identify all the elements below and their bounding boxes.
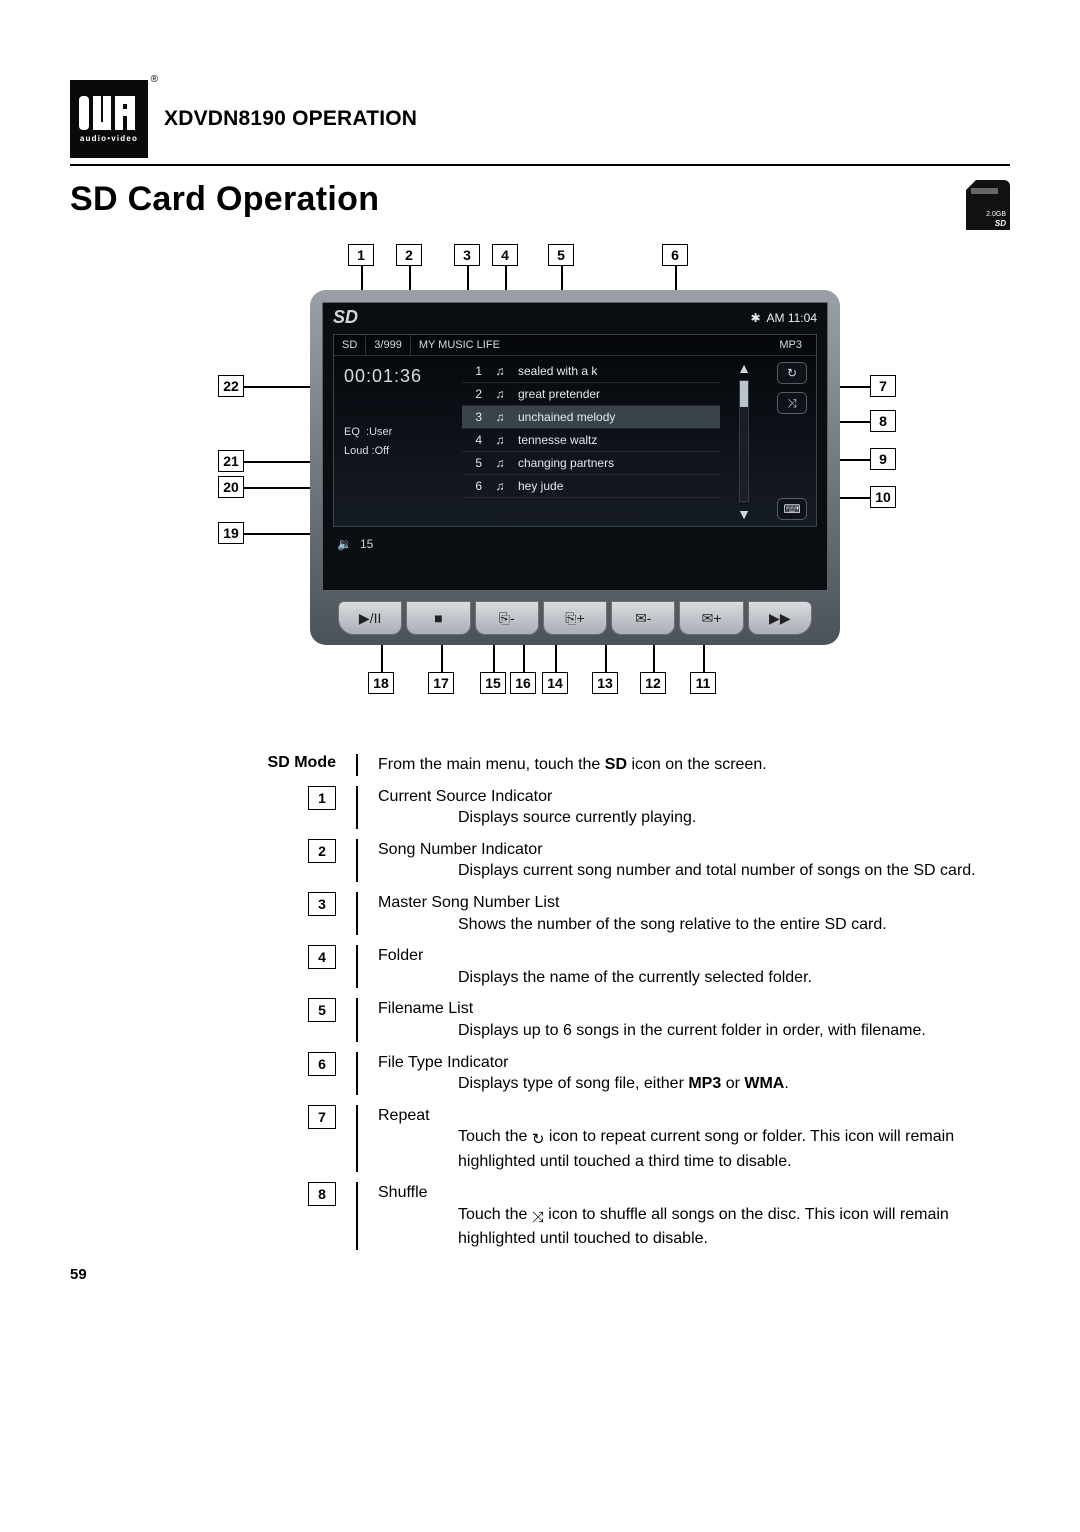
keyboard-button[interactable]: ⌨ <box>777 498 807 520</box>
brand-subtitle: audio•video <box>80 134 138 143</box>
section-title: SD Card Operation <box>70 180 379 219</box>
def-text: Folder Displays the name of the currentl… <box>378 945 1010 988</box>
callout-3: 3 <box>454 244 480 266</box>
def-callout: 7 <box>308 1105 336 1129</box>
page-plus-button[interactable]: ⎘+ <box>543 601 607 635</box>
song-counter: 3/999 <box>366 335 411 355</box>
device-frame: SD ✱ AM 11:04 SD 3/999 MY MUSIC LIFE MP3… <box>310 290 840 645</box>
music-note-icon: ♫ <box>492 387 508 401</box>
music-note-icon: ♫ <box>492 433 508 447</box>
scroll-down-icon[interactable]: ▼ <box>737 506 751 522</box>
def-callout: 8 <box>308 1182 336 1206</box>
def-callout: 4 <box>308 945 336 969</box>
filetype-indicator: MP3 <box>771 335 816 355</box>
shuffle-icon: ⤨ <box>532 1208 544 1228</box>
sd-mode-label: SD Mode <box>248 754 356 772</box>
callout-19: 19 <box>218 522 244 544</box>
callout-13: 13 <box>592 672 618 694</box>
callout-8: 8 <box>870 410 896 432</box>
volume-value: 15 <box>360 537 373 551</box>
callout-6: 6 <box>662 244 688 266</box>
speaker-icon: 🔉 <box>337 537 352 551</box>
music-note-icon: ♫ <box>492 364 508 378</box>
callout-21: 21 <box>218 450 244 472</box>
folder-plus-button[interactable]: ✉+ <box>679 601 743 635</box>
loud-label: Loud <box>344 445 368 457</box>
def-callout: 3 <box>308 892 336 916</box>
callout-5: 5 <box>548 244 574 266</box>
page-number: 59 <box>70 1266 1010 1283</box>
callout-22: 22 <box>218 375 244 397</box>
scroll-up-icon[interactable]: ▲ <box>737 360 751 376</box>
folder-minus-button[interactable]: ✉- <box>611 601 675 635</box>
sd-mode-text: From the main menu, touch the SD icon on… <box>378 754 1010 776</box>
callout-10: 10 <box>870 486 896 508</box>
callout-4: 4 <box>492 244 518 266</box>
callout-14: 14 <box>542 672 568 694</box>
list-item[interactable]: 1♫sealed with a k <box>462 360 720 383</box>
music-note-icon: ♫ <box>492 410 508 424</box>
stop-button[interactable]: ■ <box>406 601 470 635</box>
folder-name: MY MUSIC LIFE <box>411 335 772 355</box>
sd-logo-icon: SD <box>333 307 358 328</box>
repeat-icon: ↻ <box>532 1130 545 1150</box>
callout-11: 11 <box>690 672 716 694</box>
callout-1: 1 <box>348 244 374 266</box>
eq-value: :User <box>366 426 392 438</box>
callout-15: 15 <box>480 672 506 694</box>
loud-value: :Off <box>372 445 390 457</box>
track-list: 1♫sealed with a k 2♫great pretender 3♫un… <box>462 356 720 526</box>
callout-17: 17 <box>428 672 454 694</box>
brand-logo: ® audio•video <box>70 80 148 158</box>
callout-20: 20 <box>218 476 244 498</box>
music-note-icon: ♫ <box>492 479 508 493</box>
elapsed-time: 00:01:36 <box>344 366 452 387</box>
scrollbar[interactable] <box>739 380 749 502</box>
eq-label: EQ <box>344 426 360 438</box>
list-item[interactable]: 6♫hey jude <box>462 475 720 498</box>
callout-9: 9 <box>870 448 896 470</box>
def-text: Song Number Indicator Displays current s… <box>378 839 1010 882</box>
repeat-button[interactable]: ↻ <box>777 362 807 384</box>
def-text: Master Song Number List Shows the number… <box>378 892 1010 935</box>
def-callout: 1 <box>308 786 336 810</box>
def-callout: 2 <box>308 839 336 863</box>
callout-12: 12 <box>640 672 666 694</box>
bluetooth-icon: ✱ <box>750 311 760 325</box>
callout-16: 16 <box>510 672 536 694</box>
def-text: File Type Indicator Displays type of son… <box>378 1052 1010 1095</box>
callout-2: 2 <box>396 244 422 266</box>
sd-card-icon: 2.0GB SD <box>966 180 1010 230</box>
def-text: Current Source Indicator Displays source… <box>378 786 1010 829</box>
callout-7: 7 <box>870 375 896 397</box>
source-indicator: SD <box>334 335 366 355</box>
device-diagram: 1 2 3 4 5 6 22 21 20 19 7 8 9 10 18 17 <box>230 240 930 740</box>
def-text: Repeat Touch the ↻ icon to repeat curren… <box>378 1105 1010 1172</box>
device-screen: SD ✱ AM 11:04 SD 3/999 MY MUSIC LIFE MP3… <box>322 302 828 591</box>
music-note-icon: ♫ <box>492 456 508 470</box>
shuffle-button[interactable]: ⤨ <box>777 392 807 414</box>
def-text: Filename List Displays up to 6 songs in … <box>378 998 1010 1041</box>
list-item[interactable]: 2♫great pretender <box>462 383 720 406</box>
play-pause-button[interactable]: ▶/II <box>338 601 402 635</box>
clock-label: AM 11:04 <box>767 311 817 325</box>
page-header-title: XDVDN8190 OPERATION <box>164 107 417 131</box>
def-callout: 6 <box>308 1052 336 1076</box>
toolbar: ▶/II ■ ⎘- ⎘+ ✉- ✉+ ▶▶ <box>338 601 812 635</box>
list-item[interactable]: 4♫tennesse waltz <box>462 429 720 452</box>
def-text: Shuffle Touch the ⤨ icon to shuffle all … <box>378 1182 1010 1249</box>
list-item[interactable]: 5♫changing partners <box>462 452 720 475</box>
def-callout: 5 <box>308 998 336 1022</box>
page-minus-button[interactable]: ⎘- <box>475 601 539 635</box>
fast-forward-button[interactable]: ▶▶ <box>748 601 812 635</box>
list-item[interactable]: 3♫unchained melody <box>462 406 720 429</box>
callout-18: 18 <box>368 672 394 694</box>
